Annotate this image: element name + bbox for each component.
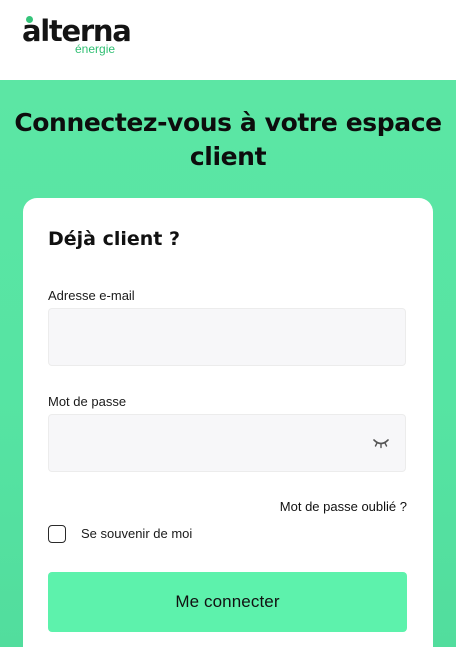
logo-accent-dot: [26, 16, 33, 23]
alterna-logo[interactable]: alterna énergie: [22, 14, 132, 58]
remember-me-row[interactable]: Se souvenir de moi: [48, 524, 298, 544]
forgot-password-link[interactable]: Mot de passe oublié ?: [280, 499, 407, 515]
login-button[interactable]: Me connecter: [48, 572, 407, 632]
login-card: Déjà client ? Adresse e-mail Mot de pass…: [23, 198, 433, 668]
login-card-title: Déjà client ?: [48, 228, 181, 250]
logo-tagline: énergie: [75, 42, 116, 56]
site-header: alterna énergie: [0, 0, 456, 80]
email-label: Adresse e-mail: [48, 288, 135, 303]
password-label: Mot de passe: [48, 394, 127, 409]
eye-closed-icon[interactable]: [371, 436, 391, 450]
page-title: Connectez-vous à votre espace client: [14, 108, 442, 171]
remember-me-checkbox[interactable]: [48, 525, 66, 543]
email-field[interactable]: [48, 308, 406, 366]
password-field[interactable]: [48, 414, 406, 472]
remember-me-label[interactable]: Se souvenir de moi: [81, 526, 192, 542]
